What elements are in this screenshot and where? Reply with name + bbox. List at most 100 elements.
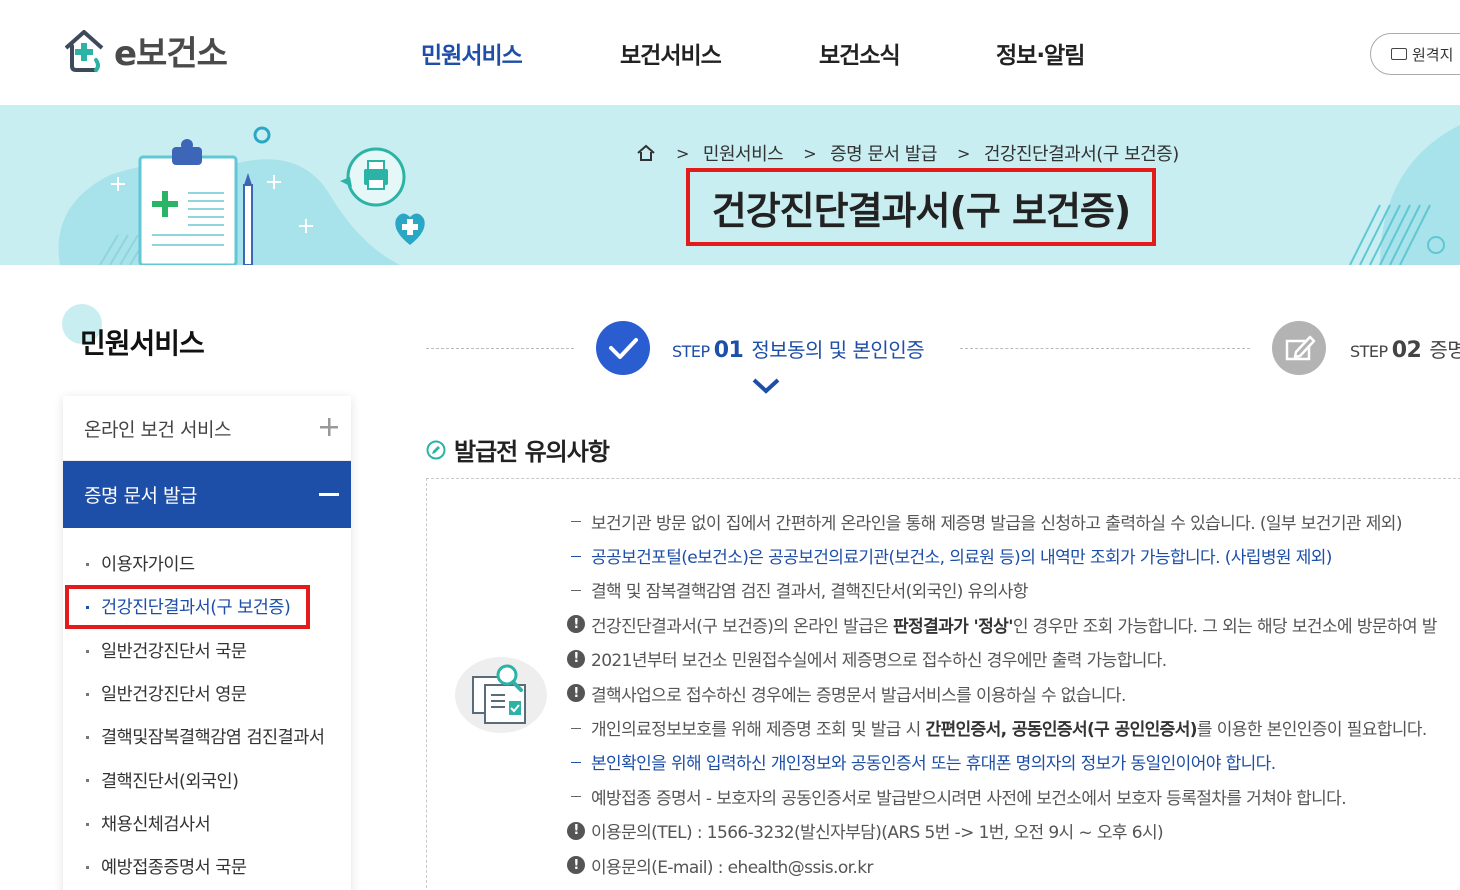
breadcrumb-certificate-issue[interactable]: 증명 문서 발급 <box>830 140 937 166</box>
step1-prefix: STEP <box>672 342 710 361</box>
step1-label: STEP 01 정보동의 및 본인인증 <box>672 334 925 363</box>
nav-health-service[interactable]: 보건서비스 <box>620 36 722 70</box>
warning-icon: ! <box>566 649 586 668</box>
site-logo[interactable]: e보건소 <box>62 24 228 76</box>
notice-text: 건강진단결과서(구 보건증)의 온라인 발급은 판정결과가 '정상'인 경우만 … <box>591 612 1437 637</box>
breadcrumb-separator: > <box>956 143 970 163</box>
dash-bullet <box>566 555 586 557</box>
exclamation-icon: ! <box>567 684 585 703</box>
breadcrumb-current-page: 건강진단결과서(구 보건증) <box>983 144 1179 165</box>
sidebar-item-certificate-issue[interactable]: 증명 문서 발급 <box>63 461 351 528</box>
step2-prefix: STEP <box>1350 342 1388 361</box>
notice-item: 보건기관 방문 없이 집에서 간편하게 온라인을 통해 제증명 발급을 신청하고… <box>566 504 1460 538</box>
warning-icon: ! <box>566 615 586 634</box>
notice-list: 보건기관 방문 없이 집에서 간편하게 온라인을 통해 제증명 발급을 신청하고… <box>566 504 1460 882</box>
logo-text: e보건소 <box>114 33 228 74</box>
submenu-tb-screening-result[interactable]: 결핵및잠복결핵감염 검진결과서 <box>63 715 351 758</box>
section-title: 발급전 유의사항 <box>454 438 610 466</box>
minus-icon <box>319 493 339 496</box>
submenu-tb-diagnosis-foreigner[interactable]: 결핵진단서(외국인) <box>63 758 351 801</box>
notice-item: 공공보건포털(e보건소)은 공공보건의료기관(보건소, 의료원 등)의 내역만 … <box>566 538 1460 572</box>
notice-item: 예방접종 증명서 - 보호자의 공동인증서로 발급받으시려면 사전에 보건소에서… <box>566 779 1460 813</box>
warning-icon: ! <box>566 821 586 840</box>
exclamation-icon: ! <box>567 615 585 634</box>
notice-text: 보건기관 방문 없이 집에서 간편하게 온라인을 통해 제증명 발급을 신청하고… <box>591 513 1402 534</box>
notice-text: 개인의료정보보호를 위해 제증명 조회 및 발급 시 간편인증서, 공동인증서(… <box>591 715 1427 740</box>
nav-info-notice[interactable]: 정보·알림 <box>996 36 1085 70</box>
notice-text: 예방접종 증명서 - 보호자의 공동인증서로 발급받으시려면 사전에 보건소에서… <box>591 788 1347 809</box>
page-title: 건강진단결과서(구 보건증) <box>711 188 1132 233</box>
notice-text: 이용문의(E-mail) : ehealth@ssis.or.kr <box>591 857 874 878</box>
plus-icon <box>320 418 338 436</box>
sidebar-submenu: 이용자가이드 건강진단결과서(구 보건증) 일반건강진단서 국문 일반건강진단서… <box>63 528 351 888</box>
notice-text-bold: 판정결과가 '정상' <box>893 616 1013 637</box>
notice-item: ! 건강진단결과서(구 보건증)의 온라인 발급은 판정결과가 '정상'인 경우만… <box>566 607 1460 641</box>
sidebar-item-online-health[interactable]: 온라인 보건 서비스 <box>63 396 351 461</box>
step-divider <box>960 348 1250 349</box>
exclamation-icon: ! <box>567 856 585 875</box>
submenu-general-health-korean[interactable]: 일반건강진단서 국문 <box>63 629 351 672</box>
dash-bullet <box>566 727 586 729</box>
section-header: 발급전 유의사항 <box>426 432 610 467</box>
dash-icon <box>571 521 581 523</box>
notice-text: 결핵 및 잠복결핵감염 검진 결과서, 결핵진단서(외국인) 유의사항 <box>591 582 1028 603</box>
chevron-down-icon <box>752 378 780 394</box>
step2-number: 02 <box>1391 338 1422 363</box>
exclamation-icon: ! <box>567 821 585 840</box>
warning-icon: ! <box>566 684 586 703</box>
step-indicator: STEP 01 정보동의 및 본인인증 STEP 02 증명 <box>426 318 1460 398</box>
dash-bullet <box>566 520 586 523</box>
submenu-highlight <box>65 585 310 629</box>
exclamation-icon: ! <box>567 649 585 668</box>
step1-number: 01 <box>713 338 744 363</box>
notice-text-post: 를 이용한 본인인증이 필요합니다. <box>1196 720 1427 741</box>
nav-civil-service[interactable]: 민원서비스 <box>421 36 523 70</box>
notice-text: 결핵사업으로 접수하신 경우에는 증명문서 발급서비스를 이용하실 수 없습니다… <box>591 685 1126 706</box>
dash-bullet <box>566 761 586 763</box>
sidebar-item-label: 온라인 보건 서비스 <box>84 418 231 441</box>
notice-item: ! 2021년부터 보건소 민원접수실에서 제증명으로 접수하신 경우에만 출력 … <box>566 642 1460 676</box>
notice-item: 본인확인을 위해 입력하신 개인정보와 공동인증서 또는 휴대폰 명의자의 정보… <box>566 745 1460 779</box>
site-header: e보건소 민원서비스 보건서비스 보건소식 정보·알림 원격지 <box>0 0 1460 105</box>
sidebar-title: 민원서비스 <box>80 327 205 360</box>
page-banner: > 민원서비스 > 증명 문서 발급 > 건강진단결과서(구 보건증) 건강진단… <box>0 105 1460 265</box>
submenu-employment-physical[interactable]: 채용신체검사서 <box>63 802 351 845</box>
notice-item: ! 이용문의(E-mail) : ehealth@ssis.or.kr <box>566 848 1460 882</box>
page-title-highlight: 건강진단결과서(구 보건증) <box>686 168 1156 246</box>
notice-text-post: 인 경우만 조회 가능합니다. 그 외는 해당 보건소에 방문하여 발 <box>1012 616 1438 637</box>
pencil-circle-icon <box>426 440 446 459</box>
notice-text-pre: 개인의료정보보호를 위해 제증명 조회 및 발급 시 <box>591 720 926 741</box>
breadcrumb-separator: > <box>676 143 689 163</box>
nav-health-news[interactable]: 보건소식 <box>819 36 901 70</box>
breadcrumb-civil-service[interactable]: 민원서비스 <box>703 140 784 166</box>
logo-house-icon <box>64 30 104 72</box>
notice-item: ! 이용문의(TEL) : 1566-3232(발신자부담)(ARS 5번 -> … <box>566 814 1460 848</box>
warning-icon: ! <box>566 856 586 875</box>
submenu-user-guide[interactable]: 이용자가이드 <box>63 542 351 585</box>
home-icon[interactable] <box>636 144 656 162</box>
sidebar-item-label: 증명 문서 발급 <box>84 485 197 507</box>
sidebar-menu: 온라인 보건 서비스 증명 문서 발급 이용자가이드 건강진단결과서(구 보건증… <box>63 396 351 890</box>
dash-icon <box>571 589 581 591</box>
dash-bullet <box>566 795 586 798</box>
notice-item: ! 결핵사업으로 접수하신 경우에는 증명문서 발급서비스를 이용하실 수 없습니… <box>566 676 1460 710</box>
step-divider <box>426 348 574 349</box>
document-search-icon <box>455 657 547 733</box>
submenu-general-health-english[interactable]: 일반건강진단서 영문 <box>63 672 351 715</box>
notice-text: 이용문의(TEL) : 1566-3232(발신자부담)(ARS 5번 -> 1… <box>591 823 1164 844</box>
step2-circle <box>1272 321 1326 375</box>
submenu-vaccination-korean[interactable]: 예방접종증명서 국문 <box>63 845 351 888</box>
monitor-icon <box>1391 48 1407 60</box>
remote-support-button[interactable]: 원격지 <box>1370 33 1460 75</box>
notice-text: 공공보건포털(e보건소)은 공공보건의료기관(보건소, 의료원 등)의 내역만 … <box>591 548 1332 569</box>
notice-text-bold: 간편인증서, 공동인증서(구 공인인증서) <box>925 720 1197 741</box>
step2-label: STEP 02 증명 <box>1350 334 1460 363</box>
breadcrumb-separator: > <box>803 143 817 163</box>
notice-text: 본인확인을 위해 입력하신 개인정보와 공동인증서 또는 휴대폰 명의자의 정보… <box>591 754 1276 775</box>
dash-bullet <box>566 589 586 591</box>
dash-icon <box>571 761 581 763</box>
notice-text-pre: 건강진단결과서(구 보건증)의 온라인 발급은 <box>591 616 893 637</box>
edit-icon <box>1285 335 1316 361</box>
notice-item: 개인의료정보보호를 위해 제증명 조회 및 발급 시 간편인증서, 공동인증서(… <box>566 710 1460 744</box>
step1-circle <box>596 321 650 375</box>
